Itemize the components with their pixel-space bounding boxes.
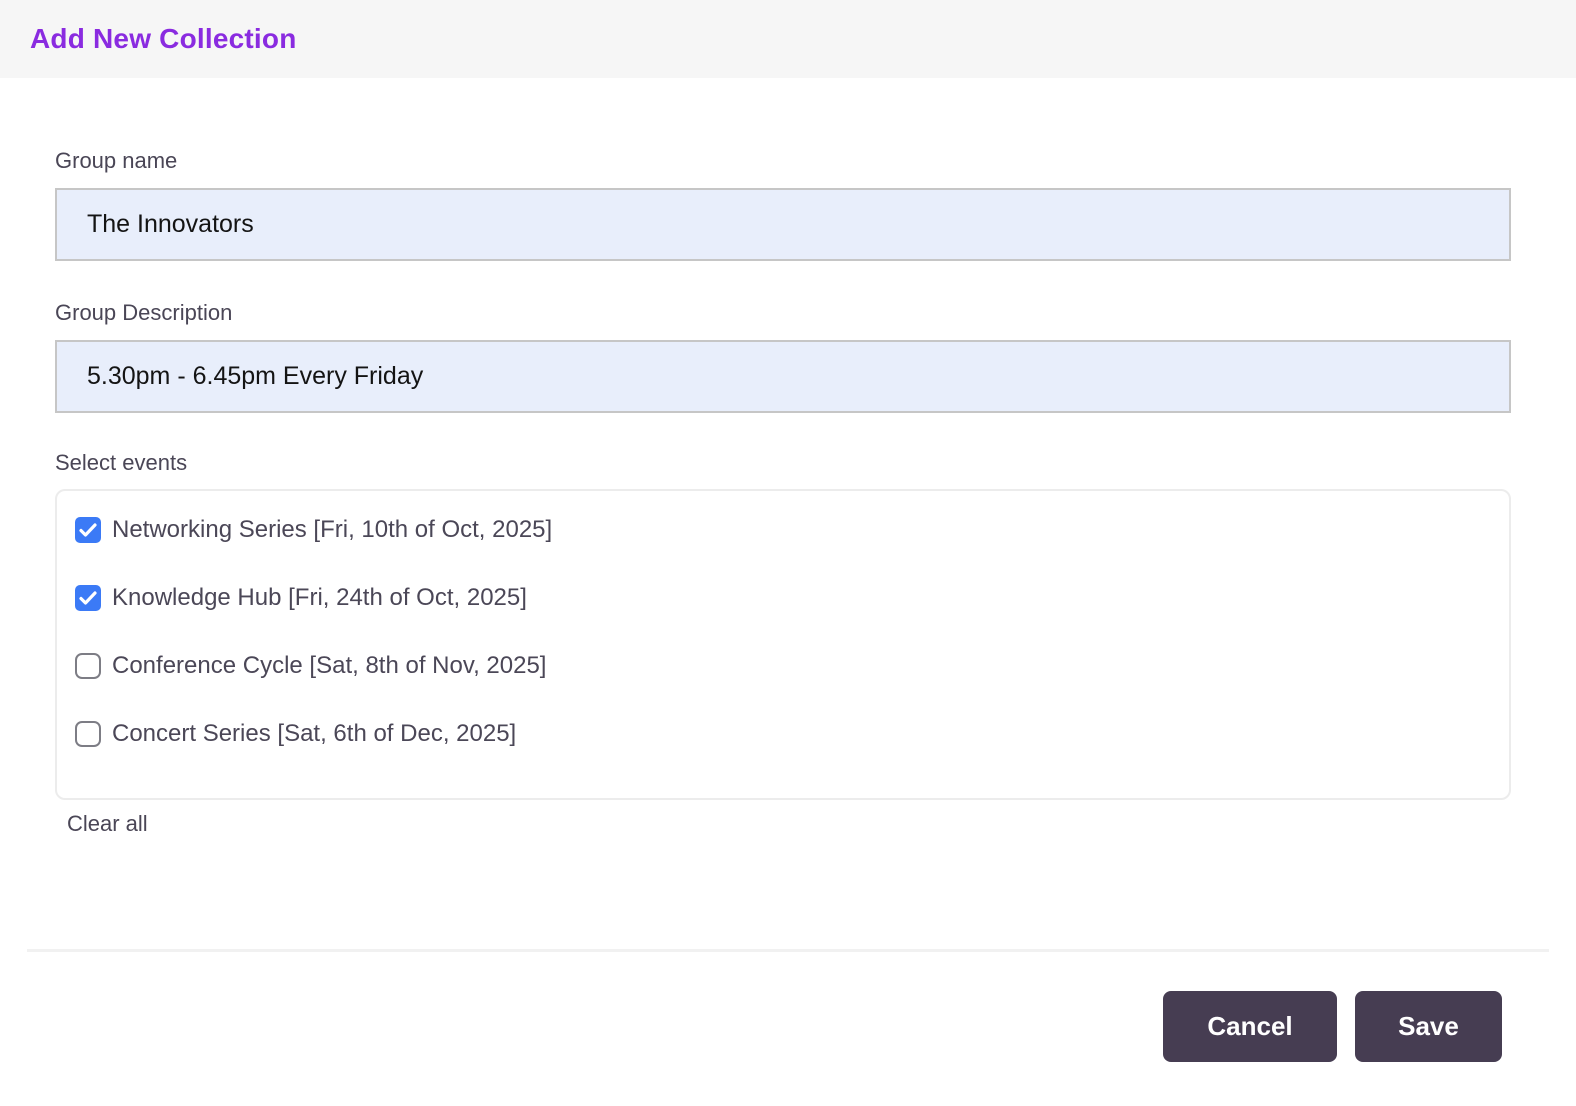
- event-checkbox[interactable]: [75, 653, 101, 679]
- footer-actions: Cancel Save: [0, 991, 1576, 1062]
- event-checkbox[interactable]: [75, 585, 101, 611]
- event-checkbox[interactable]: [75, 721, 101, 747]
- add-new-collection-page: Add New Collection Group name Group Desc…: [0, 0, 1576, 1106]
- group-name-field-group: Group name: [55, 148, 1511, 261]
- event-checkbox-row[interactable]: Networking Series [Fri, 10th of Oct, 202…: [75, 515, 1489, 545]
- event-label: Knowledge Hub [Fri, 24th of Oct, 2025]: [112, 584, 527, 611]
- events-checkbox-list: Networking Series [Fri, 10th of Oct, 202…: [55, 489, 1511, 800]
- event-label: Networking Series [Fri, 10th of Oct, 202…: [112, 516, 553, 543]
- select-events-field-group: Select events Networking Series [Fri, 10…: [55, 450, 1511, 837]
- clear-all-link[interactable]: Clear all: [67, 811, 148, 837]
- checkmark-icon: [79, 523, 97, 537]
- event-label: Conference Cycle [Sat, 8th of Nov, 2025]: [112, 652, 547, 679]
- event-checkbox[interactable]: [75, 517, 101, 543]
- checkmark-icon: [79, 591, 97, 605]
- page-header: Add New Collection: [0, 0, 1576, 78]
- cancel-button[interactable]: Cancel: [1163, 991, 1337, 1062]
- page-title: Add New Collection: [30, 23, 297, 54]
- event-label: Concert Series [Sat, 6th of Dec, 2025]: [112, 720, 517, 747]
- collection-form: Group name Group Description Select even…: [0, 78, 1576, 837]
- event-checkbox-row[interactable]: Knowledge Hub [Fri, 24th of Oct, 2025]: [75, 583, 1489, 613]
- save-button[interactable]: Save: [1355, 991, 1502, 1062]
- group-name-label: Group name: [55, 148, 178, 173]
- group-description-field-group: Group Description: [55, 300, 1511, 413]
- group-name-input[interactable]: [55, 188, 1511, 261]
- event-checkbox-row[interactable]: Concert Series [Sat, 6th of Dec, 2025]: [75, 719, 1489, 749]
- footer-divider: [27, 949, 1549, 952]
- group-description-input[interactable]: [55, 340, 1511, 413]
- group-description-label: Group Description: [55, 300, 233, 325]
- event-checkbox-row[interactable]: Conference Cycle [Sat, 8th of Nov, 2025]: [75, 651, 1489, 681]
- select-events-label: Select events: [55, 450, 188, 475]
